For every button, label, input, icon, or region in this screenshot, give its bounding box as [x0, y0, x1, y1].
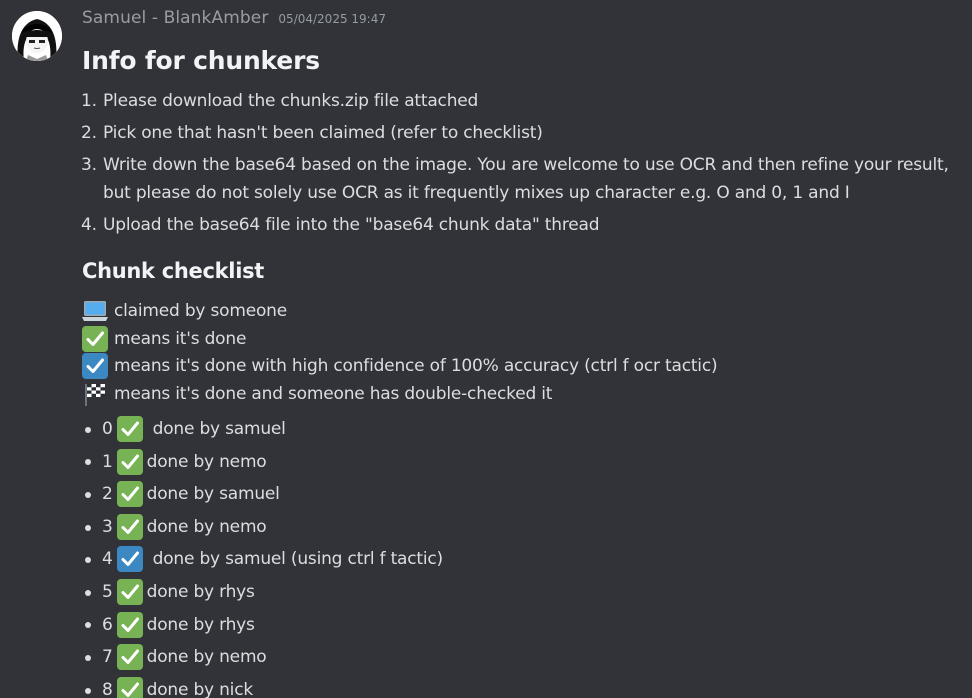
author-name[interactable]: Samuel - BlankAmber [82, 8, 268, 28]
chunk-number: 4 [102, 549, 113, 570]
laptop-icon [82, 298, 108, 324]
legend: claimed by someone means it's done means… [82, 297, 972, 408]
list-item: 1 done by nemo [85, 445, 972, 478]
chunk-list: 0 done by samuel 1 done by nemo 2 done b… [82, 413, 972, 698]
chat-message: Samuel - BlankAmber 05/04/2025 19:47 Inf… [0, 0, 972, 698]
chunk-status: done by nick [146, 679, 254, 698]
chunk-status: done by samuel [152, 419, 286, 440]
blue-check-icon [82, 353, 108, 380]
avatar[interactable] [12, 11, 62, 61]
step-item: Write down the base64 based on the image… [102, 151, 972, 207]
green-check-icon [116, 416, 143, 443]
step-item: Pick one that hasn't been claimed (refer… [102, 119, 972, 147]
legend-item: means it's done [82, 325, 972, 353]
list-item: 5 done by rhys [85, 576, 972, 609]
list-item: 8 done by nick [85, 674, 972, 698]
legend-item: means it's done and someone has double-c… [82, 380, 972, 408]
list-item: 0 done by samuel [85, 413, 972, 446]
green-check-icon [116, 481, 143, 508]
chunk-status: done by samuel [146, 484, 280, 505]
list-item: 3 done by nemo [85, 511, 972, 544]
green-check-icon [116, 644, 143, 671]
green-check-icon [116, 579, 143, 606]
chunk-number: 3 [102, 516, 113, 537]
message-content: Samuel - BlankAmber 05/04/2025 19:47 Inf… [82, 8, 972, 698]
green-check-icon [116, 676, 143, 698]
step-item: Upload the base64 file into the "base64 … [102, 211, 972, 239]
checkered-flag-icon [82, 381, 108, 407]
chunk-number: 0 [102, 419, 113, 440]
blue-check-icon [116, 546, 143, 573]
list-item: 4 done by samuel (using ctrl f tactic) [85, 543, 972, 576]
chunk-status: done by nemo [146, 647, 267, 668]
timestamp[interactable]: 05/04/2025 19:47 [278, 12, 386, 26]
chunk-number: 1 [102, 451, 113, 472]
legend-item: means it's done with high confidence of … [82, 352, 972, 380]
list-item: 7 done by nemo [85, 641, 972, 674]
chunk-number: 7 [102, 647, 113, 668]
chunk-status: done by rhys [146, 582, 255, 603]
checklist-heading: Chunk checklist [82, 259, 265, 283]
chunk-number: 2 [102, 484, 113, 505]
legend-text: claimed by someone [114, 300, 287, 321]
steps-list: Please download the chunks.zip file atta… [82, 87, 972, 239]
green-check-icon [116, 448, 143, 475]
message-header: Samuel - BlankAmber 05/04/2025 19:47 [82, 8, 972, 36]
legend-item: claimed by someone [82, 297, 972, 325]
step-item: Please download the chunks.zip file atta… [102, 87, 972, 115]
message-title: Info for chunkers [82, 46, 320, 75]
legend-text: means it's done with high confidence of … [114, 356, 718, 377]
chunk-status: done by nemo [146, 516, 267, 537]
legend-text: means it's done [114, 328, 247, 349]
chunk-number: 6 [102, 614, 113, 635]
chunk-status: done by samuel (using ctrl f tactic) [152, 549, 444, 570]
chunk-status: done by nemo [146, 451, 267, 472]
green-check-icon [82, 325, 108, 352]
list-item: 6 done by rhys [85, 608, 972, 641]
chunk-number: 8 [102, 679, 113, 698]
list-item: 2 done by samuel [85, 478, 972, 511]
legend-text: means it's done and someone has double-c… [114, 383, 553, 404]
green-check-icon [116, 611, 143, 638]
chunk-status: done by rhys [146, 614, 255, 635]
chunk-number: 5 [102, 582, 113, 603]
green-check-icon [116, 513, 143, 540]
